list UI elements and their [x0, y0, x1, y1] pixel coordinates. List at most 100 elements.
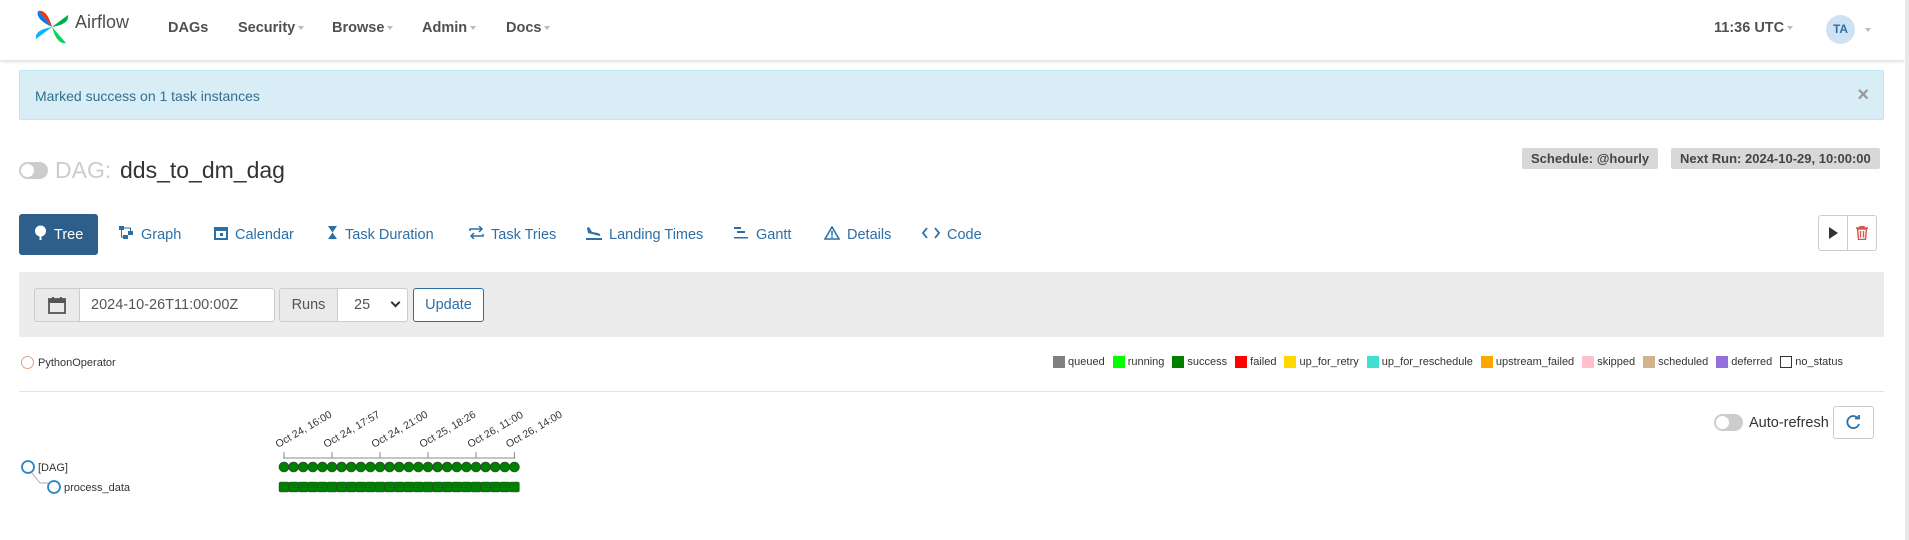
task-instance-square[interactable]: [365, 481, 376, 493]
timezone-clock[interactable]: 11:36 UTC: [1714, 20, 1794, 36]
next-run-badge: Next Run: 2024-10-29, 10:00:00: [1671, 148, 1880, 169]
dag-run-circle[interactable]: [470, 461, 482, 473]
task-instance-square[interactable]: [288, 481, 299, 493]
dag-run-circle[interactable]: [489, 461, 501, 473]
task-instance-square[interactable]: [461, 481, 472, 493]
dag-node-circle[interactable]: [21, 460, 35, 474]
dag-run-circle[interactable]: [288, 461, 299, 473]
brand-logo-link[interactable]: Airflow: [33, 7, 129, 47]
task-instance-square[interactable]: [442, 481, 453, 493]
operator-legend-swatch: [21, 356, 34, 369]
tab-tree[interactable]: Tree: [19, 214, 99, 255]
trigger-dag-button[interactable]: [1818, 215, 1848, 251]
calendar-icon: [214, 226, 228, 244]
task-instance-square[interactable]: [384, 481, 395, 493]
auto-refresh-toggle[interactable]: Auto-refresh: [1714, 414, 1829, 431]
chevron-down-icon: [390, 297, 401, 308]
task-instance-square[interactable]: [490, 481, 501, 493]
nav-docs[interactable]: Docs: [506, 20, 551, 36]
tab-graph[interactable]: Graph: [119, 214, 181, 255]
tab-calendar[interactable]: Calendar: [214, 214, 294, 255]
tab-landing-times[interactable]: Landing Times: [586, 214, 703, 255]
dag-run-circle[interactable]: [432, 461, 443, 473]
task-instance-square[interactable]: [355, 481, 366, 493]
task-instance-square[interactable]: [346, 481, 357, 493]
task-instance-square[interactable]: [307, 481, 318, 493]
update-button[interactable]: Update: [413, 288, 484, 322]
close-icon[interactable]: ×: [1857, 84, 1869, 107]
dag-title-label: DAG:: [55, 157, 112, 183]
dag-pause-toggle[interactable]: [19, 162, 48, 179]
dag-run-circle[interactable]: [451, 461, 463, 473]
date-picker-button[interactable]: [34, 288, 80, 322]
trash-icon: [1856, 226, 1868, 240]
task-instance-square[interactable]: [278, 481, 290, 493]
dag-run-circle[interactable]: [403, 461, 415, 473]
nav-security[interactable]: Security: [238, 20, 305, 36]
dag-run-circle[interactable]: [326, 461, 338, 473]
base-date-input[interactable]: 2024-10-26T11:00:00Z: [79, 288, 275, 322]
tab-task-duration[interactable]: Task Duration: [327, 214, 434, 255]
dag-run-circle[interactable]: [345, 461, 357, 473]
dag-run-circle[interactable]: [365, 461, 376, 473]
graph-icon: [119, 226, 134, 243]
dag-run-circle[interactable]: [422, 461, 434, 473]
task-instance-square[interactable]: [499, 481, 510, 493]
dag-run-circle[interactable]: [307, 461, 319, 473]
dag-run-circle[interactable]: [509, 461, 520, 473]
dag-run-circle[interactable]: [355, 461, 367, 473]
task-instance-square[interactable]: [374, 481, 386, 493]
task-instance-square[interactable]: [326, 481, 338, 493]
state-label: up_for_retry: [1299, 356, 1359, 368]
nav-admin[interactable]: Admin: [422, 20, 477, 36]
dag-run-circle[interactable]: [336, 461, 347, 473]
dag-run-circle[interactable]: [278, 461, 290, 473]
task-instance-square[interactable]: [394, 481, 405, 493]
task-instance-square[interactable]: [298, 481, 309, 493]
dag-run-circle[interactable]: [480, 461, 491, 473]
dag-run-circle[interactable]: [374, 461, 386, 473]
state-swatch: [1284, 356, 1297, 368]
state-legend-skipped: skipped: [1582, 356, 1635, 368]
alert-message: Marked success on 1 task instances: [35, 88, 260, 104]
state-label: up_for_reschedule: [1381, 356, 1473, 368]
task-instance-square[interactable]: [480, 481, 491, 493]
task-instance-square[interactable]: [413, 481, 424, 493]
user-avatar[interactable]: TA: [1826, 15, 1855, 44]
airflow-pinwheel-icon: [35, 10, 69, 44]
page-scrollbar[interactable]: [1905, 0, 1909, 540]
dag-run-circle[interactable]: [441, 461, 453, 473]
dag-run-circle[interactable]: [317, 461, 328, 473]
tab-details[interactable]: Details: [823, 214, 891, 255]
state-label: queued: [1068, 356, 1105, 368]
task-instance-square[interactable]: [403, 481, 414, 493]
task-instance-square[interactable]: [422, 481, 434, 493]
task-instance-square[interactable]: [509, 481, 520, 493]
task-node-label: process_data: [64, 482, 131, 494]
schedule-badge: Schedule: @hourly: [1522, 148, 1659, 169]
num-runs-select[interactable]: 25: [337, 288, 408, 322]
tab-gantt[interactable]: Gantt: [733, 214, 791, 255]
top-navbar: Airflow DAGs Security Browse Admin Docs …: [0, 0, 1905, 60]
delete-dag-button[interactable]: [1847, 215, 1877, 251]
dag-run-circle[interactable]: [499, 461, 511, 473]
auto-refresh-switch[interactable]: [1714, 414, 1743, 431]
dag-run-circle[interactable]: [297, 461, 309, 473]
dag-run-circle[interactable]: [384, 461, 395, 473]
task-node-circle[interactable]: [47, 480, 61, 494]
nav-browse[interactable]: Browse: [332, 20, 394, 36]
nav-dags[interactable]: DAGs: [168, 20, 208, 36]
dag-run-circle[interactable]: [461, 461, 472, 473]
task-instance-square[interactable]: [451, 481, 462, 493]
tab-task-tries[interactable]: Task Tries: [469, 214, 556, 255]
state-legend-no-status: no_status: [1780, 356, 1843, 368]
task-instance-square[interactable]: [336, 481, 347, 493]
task-instance-square[interactable]: [317, 481, 328, 493]
refresh-button[interactable]: [1833, 406, 1874, 439]
task-instance-square[interactable]: [470, 481, 482, 493]
tab-code[interactable]: Code: [921, 214, 982, 255]
task-instance-square[interactable]: [432, 481, 443, 493]
dag-run-circle[interactable]: [393, 461, 405, 473]
dag-run-circle[interactable]: [413, 461, 424, 473]
refresh-icon: [1846, 415, 1860, 429]
